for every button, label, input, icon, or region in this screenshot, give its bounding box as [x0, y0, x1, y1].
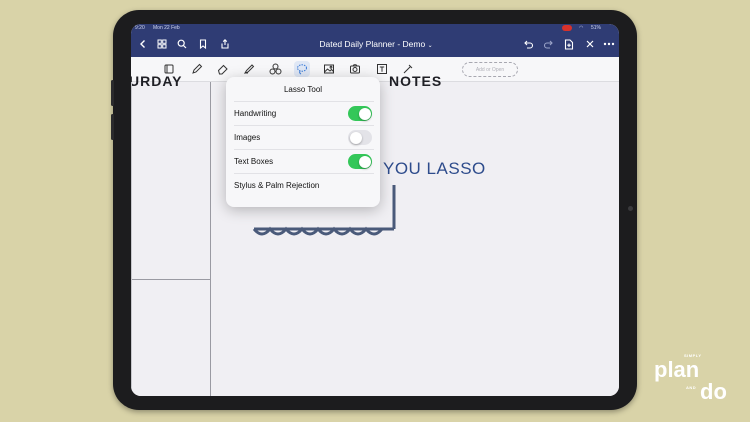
recording-indicator-icon	[562, 25, 572, 31]
status-bar: 9:20 Mon 22 Feb ◠ 51%	[131, 24, 619, 32]
pen-icon[interactable]	[189, 61, 205, 77]
margin-line	[131, 82, 132, 396]
stylus-palm-rejection-row[interactable]: Stylus & Palm Rejection	[234, 173, 374, 198]
camera-icon[interactable]	[347, 61, 363, 77]
nav-bar: Dated Daily Planner - Demo ⌄	[131, 32, 619, 57]
stylus-palm-rejection-label: Stylus & Palm Rejection	[234, 181, 320, 190]
highlighter-icon[interactable]	[241, 61, 257, 77]
eraser-icon[interactable]	[215, 61, 231, 77]
more-icon[interactable]	[601, 36, 617, 52]
wifi-icon: ◠	[579, 25, 584, 31]
handwriting-toggle[interactable]	[348, 106, 372, 121]
lasso-tool-popover: Lasso Tool Handwriting Images Text Boxes…	[226, 77, 380, 207]
shapes-icon[interactable]	[267, 61, 283, 77]
status-date: Mon 22 Feb	[153, 25, 180, 31]
chevron-down-icon: ⌄	[427, 43, 433, 49]
images-toggle[interactable]	[348, 130, 372, 145]
images-label: Images	[234, 133, 261, 142]
redo-icon[interactable]	[540, 36, 556, 52]
undo-icon[interactable]	[520, 36, 536, 52]
back-chevron-icon[interactable]	[135, 36, 151, 52]
add-or-open-label: Add or Open	[475, 66, 505, 73]
side-button	[111, 114, 114, 140]
status-time: 9:20	[135, 25, 145, 31]
logo-plan-text: plan	[654, 357, 700, 382]
text-boxes-label: Text Boxes	[234, 157, 274, 166]
bookmark-icon[interactable]	[195, 36, 211, 52]
handwriting-text[interactable]: YOU LASSO	[383, 159, 486, 179]
document-title-text: Dated Daily Planner - Demo	[319, 39, 426, 49]
image-icon[interactable]	[321, 61, 337, 77]
lasso-icon[interactable]	[294, 61, 310, 77]
row-divider	[131, 279, 211, 280]
notes-heading: NOTES	[389, 73, 443, 89]
share-icon[interactable]	[217, 36, 233, 52]
status-battery: 51%	[591, 25, 602, 31]
add-page-icon[interactable]	[561, 36, 577, 52]
close-icon[interactable]	[582, 36, 598, 52]
handwriting-label: Handwriting	[234, 109, 277, 118]
search-icon[interactable]	[174, 36, 190, 52]
text-boxes-toggle[interactable]	[348, 154, 372, 169]
popover-title: Lasso Tool	[283, 85, 323, 94]
logo-and-text: AND	[686, 385, 697, 390]
saturday-heading: URDAY	[131, 73, 183, 89]
document-title[interactable]: Dated Daily Planner - Demo ⌄	[281, 39, 471, 49]
column-divider	[210, 82, 211, 396]
handwriting-row[interactable]: Handwriting	[234, 101, 374, 126]
text-box-icon[interactable]	[374, 61, 390, 77]
side-button	[111, 80, 114, 106]
text-boxes-row[interactable]: Text Boxes	[234, 149, 374, 174]
images-row[interactable]: Images	[234, 125, 374, 150]
logo-do-text: do	[700, 379, 727, 404]
grid-icon[interactable]	[154, 36, 170, 52]
add-or-open-button[interactable]: Add or Open	[462, 62, 518, 77]
app-screen: 9:20 Mon 22 Feb ◠ 51% Dated Daily Planne…	[131, 24, 619, 396]
camera-dot	[628, 206, 633, 211]
ipad-device: 9:20 Mon 22 Feb ◠ 51% Dated Daily Planne…	[111, 10, 637, 410]
